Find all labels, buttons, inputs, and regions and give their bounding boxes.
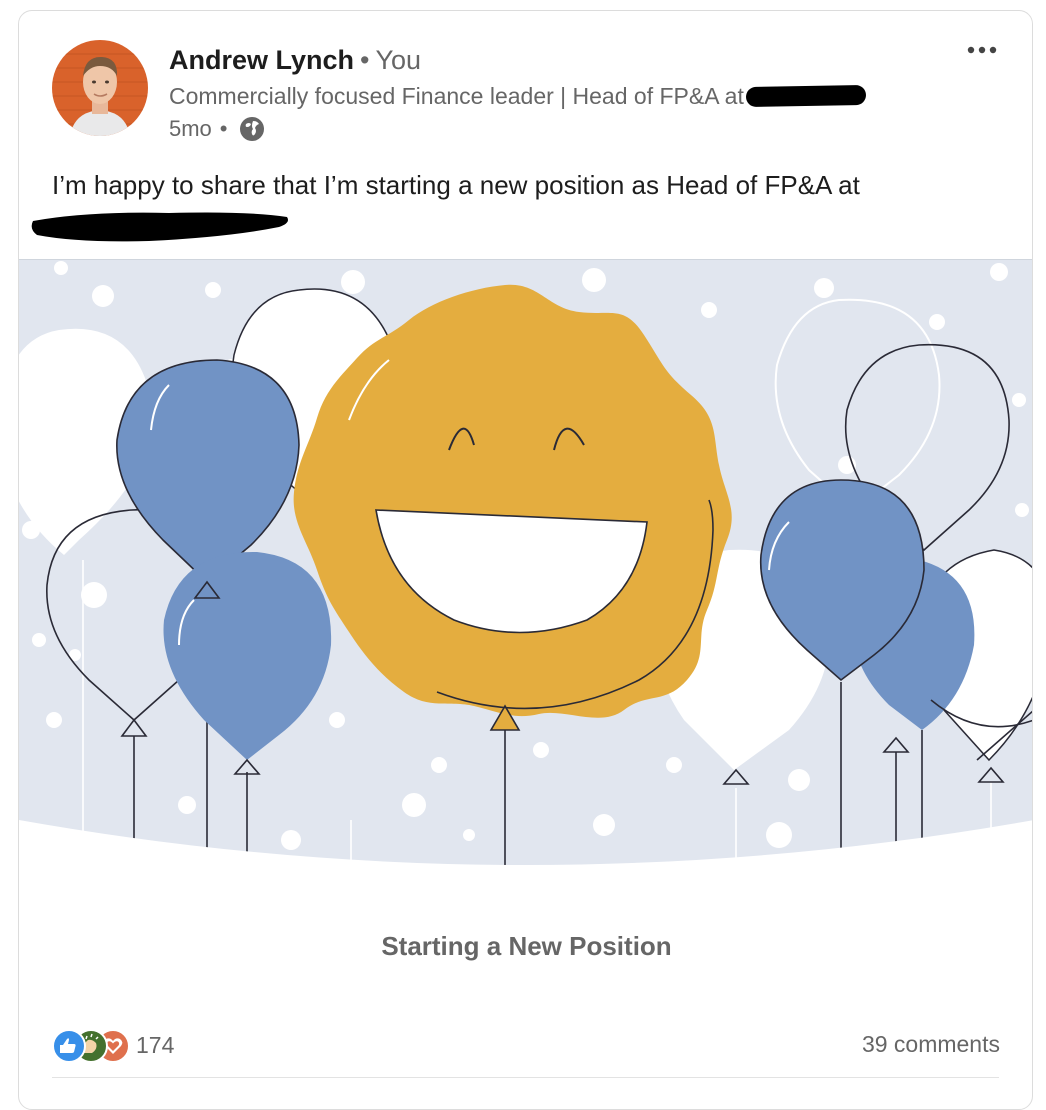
more-horizontal-icon: [967, 46, 997, 54]
like-icon: [52, 1029, 86, 1063]
divider: [52, 1077, 999, 1078]
redaction-mark: [745, 84, 867, 108]
reaction-icons: [52, 1029, 132, 1063]
author-name[interactable]: Andrew Lynch: [169, 45, 354, 75]
globe-icon: [238, 115, 266, 143]
author-line: Andrew Lynch • You: [169, 44, 421, 76]
comments-count-link[interactable]: 39 comments: [862, 1031, 1000, 1058]
post-body-text: I’m happy to share that I’m starting a n…: [52, 170, 860, 200]
profile-photo: [52, 40, 148, 136]
redaction-scribble: [31, 212, 289, 242]
connection-degree: You: [375, 45, 422, 75]
author-separator: •: [360, 45, 370, 75]
hero-caption: Starting a New Position: [381, 931, 672, 961]
hero-illustration[interactable]: [19, 259, 1032, 874]
post-card: Andrew Lynch • You Commercially focused Fi…: [18, 10, 1033, 1110]
post-time[interactable]: 5mo: [169, 114, 212, 144]
author-headline: Commercially focused Finance leader | He…: [169, 81, 867, 111]
meta-separator: •: [219, 116, 228, 141]
author-headline-text: Commercially focused Finance leader | He…: [169, 83, 744, 109]
reaction-count: 174: [136, 1031, 175, 1058]
more-options-button[interactable]: [962, 35, 1002, 65]
avatar[interactable]: [52, 40, 148, 136]
post-meta: 5mo •: [169, 114, 266, 144]
reactions-summary[interactable]: 174: [52, 1029, 175, 1063]
